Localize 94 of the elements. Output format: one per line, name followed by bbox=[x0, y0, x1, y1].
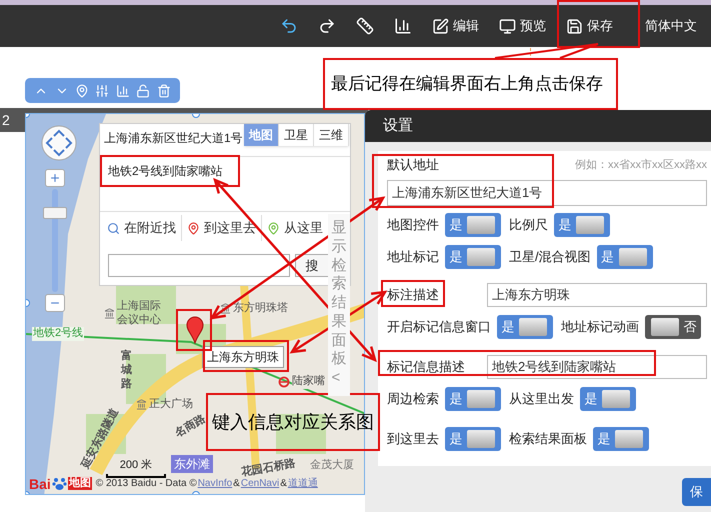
map-place-label: 金茂大厦 bbox=[310, 459, 354, 473]
search-icon bbox=[107, 222, 120, 234]
ruler-icon[interactable] bbox=[356, 17, 374, 35]
copyright-text: © 2013 Baidu - Data © bbox=[96, 477, 197, 491]
text-input[interactable]: 上海东方明珠 bbox=[487, 283, 707, 307]
field-label: 默认地址 bbox=[387, 156, 439, 174]
undo-icon[interactable] bbox=[280, 17, 298, 35]
district-tag: 东外滩 bbox=[171, 455, 213, 473]
monitor-icon bbox=[499, 18, 516, 34]
annotation-callout: 最后记得在编辑界面右上角点击保存 bbox=[323, 58, 618, 110]
map-type-tab[interactable]: 地图 bbox=[244, 124, 279, 146]
pan-control[interactable] bbox=[40, 124, 78, 162]
trash-icon[interactable] bbox=[156, 84, 171, 98]
save-button[interactable]: 保 bbox=[682, 478, 711, 506]
option-label: 到这里去 bbox=[387, 430, 439, 448]
pin-icon bbox=[267, 222, 280, 234]
plus-icon bbox=[49, 172, 61, 184]
option-label: 开启标记信息窗口 bbox=[387, 318, 491, 336]
map-type-tab[interactable]: 卫星 bbox=[279, 124, 314, 146]
map-place-label: 上海国际会议中心 bbox=[117, 300, 162, 328]
option-label: 从这里出发 bbox=[509, 390, 574, 408]
landmark-icon bbox=[136, 399, 147, 410]
toggle-switch[interactable]: 是 bbox=[445, 387, 501, 411]
toolbar-button[interactable]: 编辑 bbox=[432, 16, 479, 36]
results-panel-toggle[interactable]: 显示检索结果面板< bbox=[328, 214, 350, 396]
marker-label: 上海东方明珠 bbox=[202, 346, 284, 368]
link-separator: & bbox=[233, 477, 240, 491]
info-description: 地铁2号线到陆家嘴站 bbox=[108, 165, 223, 177]
page-number: 2 bbox=[2, 111, 10, 130]
zoom-out-button[interactable] bbox=[45, 294, 65, 312]
pin-icon[interactable] bbox=[75, 84, 90, 98]
language-button[interactable]: 简体中文 bbox=[645, 16, 697, 36]
address-input[interactable]: 上海浦东新区世纪大道1号 bbox=[387, 180, 707, 206]
text-input[interactable]: 地铁2号线到陆家嘴站 bbox=[487, 355, 707, 379]
option-label: 地址标记 bbox=[387, 248, 439, 266]
annotation-callout: 键入信息对应关系图 bbox=[206, 393, 380, 451]
option-label: 地址标记动画 bbox=[561, 318, 639, 336]
toggle-switch[interactable]: 是 bbox=[497, 315, 553, 339]
data-link[interactable]: 道道通 bbox=[288, 476, 318, 491]
zoom-in-button[interactable] bbox=[45, 169, 65, 187]
search-input[interactable] bbox=[108, 254, 290, 277]
search-tab[interactable]: 到这里去 bbox=[182, 215, 262, 241]
data-link[interactable]: CenNavi bbox=[240, 476, 280, 491]
zoom-handle[interactable] bbox=[43, 207, 67, 219]
redo-icon[interactable] bbox=[318, 17, 336, 35]
map-type-tab[interactable]: 三维 bbox=[314, 124, 349, 146]
option-label: 地图控件 bbox=[387, 216, 439, 234]
map-place-label: 富城路 bbox=[121, 350, 132, 392]
info-address: 上海浦东新区世纪大道1号 bbox=[104, 130, 243, 147]
scale-bar bbox=[106, 474, 166, 478]
toolbar-button[interactable]: 预览 bbox=[499, 16, 546, 36]
field-hint: 例如：xx省xx市xx区xx路xx bbox=[575, 158, 707, 173]
toggle-switch[interactable]: 是 bbox=[445, 427, 501, 451]
toggle-switch[interactable]: 是 bbox=[593, 427, 649, 451]
save-icon bbox=[566, 18, 583, 34]
landmark-icon bbox=[220, 303, 231, 314]
map-place-label: 花园石桥路 bbox=[240, 457, 296, 479]
map-place-label: 正大广场 bbox=[149, 398, 193, 412]
search-button[interactable]: 搜 bbox=[295, 254, 329, 277]
map-place-label: 地铁2号线 bbox=[32, 327, 84, 341]
field-label: 标记信息描述 bbox=[387, 359, 465, 374]
toggle-switch[interactable]: 是 bbox=[445, 245, 501, 269]
dialog-title: 设置 bbox=[383, 116, 413, 136]
option-label: 周边检索 bbox=[387, 390, 439, 408]
option-label: 比例尺 bbox=[509, 216, 548, 234]
annotation-frame bbox=[381, 280, 445, 307]
edit-icon bbox=[432, 18, 449, 34]
toggle-switch[interactable]: 否 bbox=[645, 315, 701, 339]
scale-label: 200 米 bbox=[120, 458, 152, 473]
map-marker-icon bbox=[186, 316, 204, 344]
link-separator: & bbox=[280, 477, 287, 491]
toolbar-button[interactable]: 保存 bbox=[566, 16, 613, 36]
option-label: 卫星/混合视图 bbox=[509, 248, 591, 266]
landmark-icon bbox=[104, 308, 115, 320]
unlock-icon[interactable] bbox=[136, 84, 150, 98]
toggle-switch[interactable]: 是 bbox=[580, 387, 636, 411]
map-place-label: 陆家嘴 bbox=[292, 375, 325, 389]
data-link[interactable]: NavInfo bbox=[198, 476, 232, 491]
map-place-label: 名商路 bbox=[172, 412, 208, 442]
sliders-icon[interactable] bbox=[95, 84, 110, 98]
map-place-label: 延安东路隧道 bbox=[79, 406, 122, 472]
toggle-switch[interactable]: 是 bbox=[596, 245, 653, 269]
toggle-switch[interactable]: 是 bbox=[445, 213, 501, 237]
pin-icon bbox=[187, 222, 200, 234]
zoom-track[interactable] bbox=[43, 189, 67, 292]
paw-icon bbox=[52, 476, 67, 491]
search-tab[interactable]: 在附近找 bbox=[102, 215, 182, 241]
toggle-switch[interactable]: 是 bbox=[554, 213, 610, 237]
field-label: 标注描述 bbox=[387, 287, 439, 302]
logo-text: Bai bbox=[29, 476, 51, 490]
logo-badge: 地图 bbox=[68, 476, 92, 490]
chart-icon[interactable] bbox=[394, 17, 412, 35]
option-label: 检索结果面板 bbox=[509, 430, 587, 448]
subway-icon bbox=[278, 376, 290, 388]
